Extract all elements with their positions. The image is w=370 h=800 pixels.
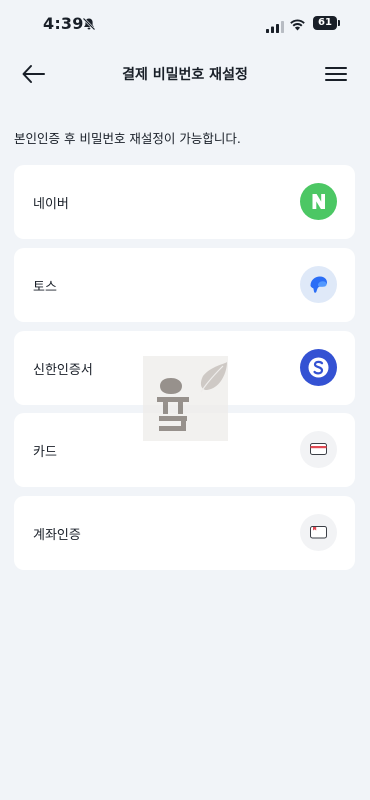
method-label: 토스 — [33, 280, 57, 295]
menu-button[interactable] — [320, 60, 352, 88]
battery-tip — [338, 20, 340, 26]
cellular-signal-icon — [266, 18, 284, 37]
method-label: 신한인증서 — [33, 363, 93, 378]
page-title: 결제 비밀번호 재설정 — [122, 67, 248, 83]
method-label: 계좌인증 — [33, 528, 81, 543]
credit-card-icon — [300, 431, 337, 468]
hamburger-menu-icon — [325, 67, 347, 81]
method-card-account[interactable]: 계좌인증 — [14, 496, 355, 570]
header: 결제 비밀번호 재설정 — [0, 52, 370, 96]
toss-icon — [300, 266, 337, 303]
bell-muted-icon — [82, 16, 96, 31]
shinhan-icon — [300, 349, 337, 386]
watermark-logo — [143, 356, 228, 441]
method-card-toss[interactable]: 토스 — [14, 248, 355, 322]
naver-icon — [300, 183, 337, 220]
method-label: 네이버 — [33, 197, 69, 212]
method-card-naver[interactable]: 네이버 — [14, 165, 355, 239]
description-text: 본인인증 후 비밀번호 재설정이 가능합니다. — [14, 131, 241, 146]
method-label: 카드 — [33, 445, 57, 460]
account-icon — [300, 514, 337, 551]
status-time: 4:39 — [43, 14, 84, 33]
wifi-icon — [289, 16, 306, 35]
status-bar: 4:39 61 — [0, 0, 370, 48]
battery-indicator: 61 — [313, 16, 337, 30]
